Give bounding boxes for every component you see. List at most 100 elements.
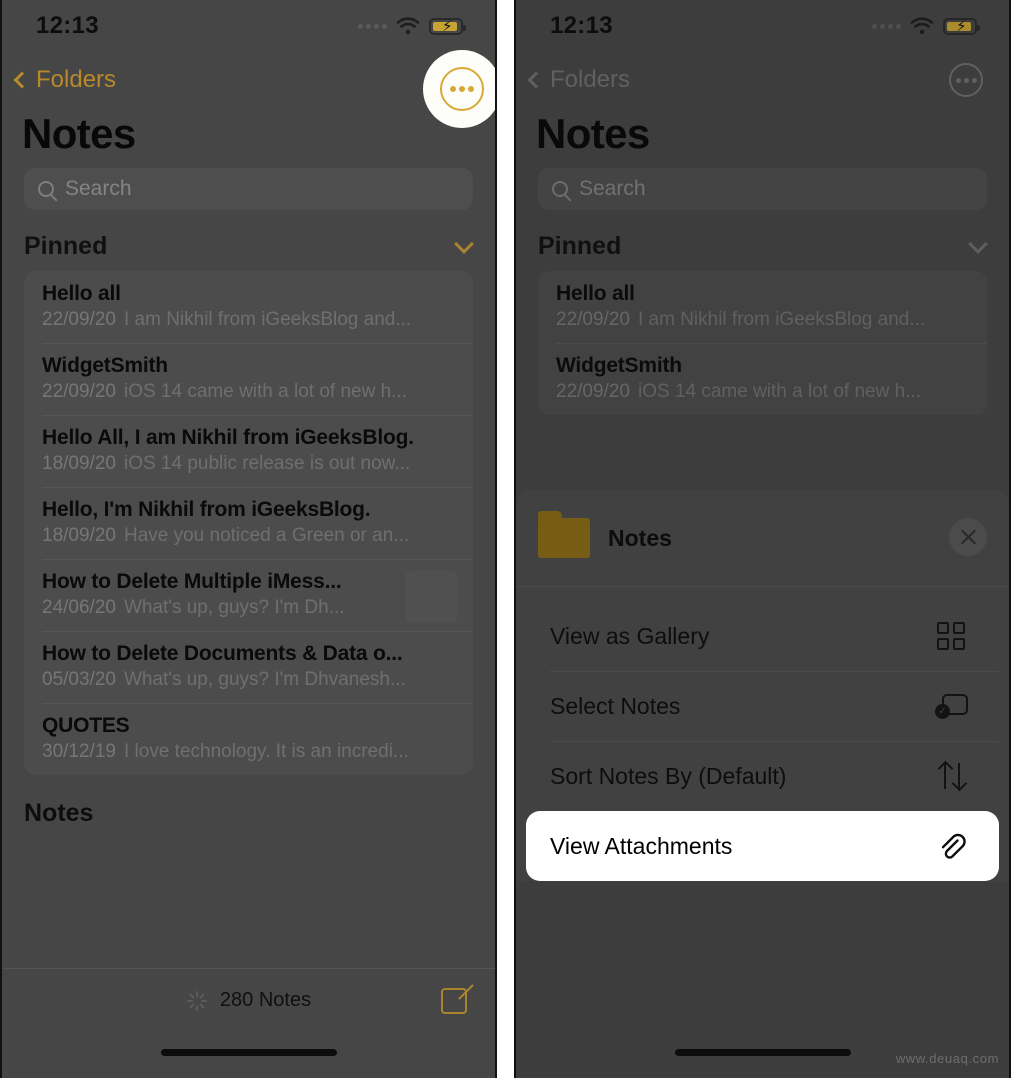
wifi-icon (396, 17, 420, 35)
note-list-item[interactable]: How to Delete Documents & Data o... 05/03… (24, 631, 473, 703)
paperclip-icon (935, 831, 969, 861)
phone-screen-right: 12:13 ⚡ Folders Notes Search Pinned Hell… (514, 0, 1011, 1078)
note-date: 24/06/20 (42, 597, 116, 618)
page-title: Notes (22, 110, 136, 157)
note-title: WidgetSmith (556, 354, 682, 377)
note-preview: iOS 14 came with a lot of new h... (637, 381, 921, 402)
battery-charging-icon: ⚡ (429, 17, 466, 35)
nav-bar: Folders (2, 52, 495, 108)
note-subtitle: 22/09/20 iOS 14 came with a lot of new h.… (556, 381, 969, 403)
action-sheet: Notes View as Gallery Select Notes ✓ Sor… (516, 490, 1009, 1078)
note-preview: iOS 14 public release is out now... (123, 453, 411, 474)
pinned-title: Pinned (24, 232, 108, 260)
chevron-left-icon (13, 71, 31, 89)
status-bar: 12:13 ⚡ (2, 0, 495, 52)
note-date: 05/03/20 (42, 669, 116, 690)
bottom-toolbar: 280 Notes (2, 968, 495, 1024)
action-sheet-items: View as Gallery Select Notes ✓ Sort Note… (516, 587, 1009, 881)
search-bar-wrap: Search (2, 168, 495, 210)
note-date: 22/09/20 (42, 381, 116, 402)
note-date: 18/09/20 (42, 453, 116, 474)
note-list-item[interactable]: Hello, I'm Nikhil from iGeeksBlog. 18/09/… (24, 487, 473, 559)
note-preview: iOS 14 came with a lot of new h... (123, 381, 407, 402)
note-preview: What's up, guys? I'm Dh... (123, 597, 345, 618)
pinned-notes-card: Hello all 22/09/20 I am Nikhil from iGeeks… (24, 271, 473, 775)
ellipsis-circle-icon[interactable] (440, 67, 484, 111)
home-indicator-right (674, 1049, 851, 1056)
notes-section-title: Notes (24, 799, 94, 827)
note-subtitle: 18/09/20 iOS 14 public release is out now… (42, 453, 455, 475)
menu-item-sort-notes-by[interactable]: Sort Notes By (Default) (526, 741, 999, 811)
back-to-folders-button[interactable]: Folders (527, 66, 630, 94)
note-title: WidgetSmith (42, 354, 168, 377)
chevron-left-icon (527, 71, 545, 89)
sync-spinner-icon (186, 990, 208, 1012)
page-title-right: Notes (536, 110, 650, 157)
ellipsis-circle-icon[interactable] (949, 63, 983, 97)
compose-icon[interactable] (441, 984, 474, 1015)
sort-arrows-icon (935, 761, 969, 791)
status-time: 12:13 (36, 12, 99, 39)
note-preview: Have you noticed a Green or an... (123, 525, 410, 546)
note-subtitle: 30/12/19 I love technology. It is an incr… (42, 741, 455, 763)
note-list-item[interactable]: WidgetSmith 22/09/20 iOS 14 came with a lo… (538, 343, 987, 415)
pinned-section-header-right[interactable]: Pinned (516, 210, 1009, 271)
note-date: 22/09/20 (556, 309, 630, 330)
menu-item-label: Select Notes (550, 692, 681, 719)
note-list-item[interactable]: Hello all 22/09/20 I am Nikhil from iGeeks… (24, 271, 473, 343)
search-input[interactable]: Search (538, 168, 987, 210)
note-date: 22/09/20 (42, 309, 116, 330)
menu-item-view-as-gallery[interactable]: View as Gallery (526, 601, 999, 671)
note-title: How to Delete Documents & Data o... (42, 642, 403, 665)
note-title: How to Delete Multiple iMess... (42, 570, 342, 593)
note-title: Hello all (42, 282, 121, 305)
menu-item-label: Sort Notes By (Default) (550, 762, 787, 789)
status-time-right: 12:13 (550, 12, 613, 39)
note-list-item[interactable]: How to Delete Multiple iMess... 24/06/20 W… (24, 559, 473, 631)
pinned-notes-card-right: Hello all 22/09/20 I am Nikhil from iGeeks… (538, 271, 987, 415)
note-list-item[interactable]: WidgetSmith 22/09/20 iOS 14 came with a lo… (24, 343, 473, 415)
note-subtitle: 18/09/20 Have you noticed a Green or an..… (42, 525, 455, 547)
search-placeholder: Search (65, 177, 132, 200)
back-label: Folders (36, 66, 117, 93)
note-title: Hello, I'm Nikhil from iGeeksBlog. (42, 498, 371, 521)
watermark: www.deuaq.com (895, 1051, 999, 1066)
search-bar-wrap-right: Search (516, 168, 1009, 210)
note-subtitle: 05/03/20 What's up, guys? I'm Dhvanesh... (42, 669, 455, 691)
note-list-item[interactable]: Hello All, I am Nikhil from iGeeksBlog. 1… (24, 415, 473, 487)
note-preview: What's up, guys? I'm Dhvanesh... (123, 669, 406, 690)
select-notes-icon: ✓ (935, 691, 969, 721)
note-title: Hello all (556, 282, 635, 305)
signal-dots-icon (358, 23, 387, 29)
note-date: 18/09/20 (42, 525, 116, 546)
wifi-icon (910, 17, 934, 35)
menu-item-select-notes[interactable]: Select Notes ✓ (526, 671, 999, 741)
back-to-folders-button[interactable]: Folders (13, 66, 117, 94)
notes-count-label: 280 Notes (219, 989, 312, 1011)
status-bar-right: 12:13 ⚡ (516, 0, 1009, 52)
search-placeholder: Search (579, 177, 646, 200)
note-preview: I am Nikhil from iGeeksBlog and... (123, 309, 412, 330)
note-subtitle: 22/09/20 iOS 14 came with a lot of new h.… (42, 381, 455, 403)
chevron-down-icon[interactable] (968, 233, 988, 254)
note-date: 22/09/20 (556, 381, 630, 402)
pinned-section-header[interactable]: Pinned (2, 210, 495, 271)
note-list-item[interactable]: Hello all 22/09/20 I am Nikhil from iGeeks… (538, 271, 987, 343)
panel-gap (497, 0, 514, 1078)
signal-dots-icon (872, 23, 901, 29)
note-thumbnail (405, 571, 457, 623)
menu-item-view-attachments[interactable]: View Attachments (526, 811, 999, 881)
phone-screen-left: 12:13 ⚡ Folders Notes Search Pinned Hell… (0, 0, 497, 1078)
notes-count-group: 280 Notes (186, 989, 311, 1012)
pinned-title: Pinned (538, 232, 622, 260)
status-indicators: ⚡ (358, 17, 466, 35)
nav-bar-right: Folders (516, 52, 1009, 108)
chevron-down-icon[interactable] (454, 233, 474, 254)
close-icon[interactable] (949, 518, 987, 556)
note-date: 30/12/19 (42, 741, 116, 762)
search-icon (38, 181, 54, 197)
note-title: Hello All, I am Nikhil from iGeeksBlog. (42, 426, 414, 449)
menu-item-label: View Attachments (550, 832, 733, 859)
search-input[interactable]: Search (24, 168, 473, 210)
note-list-item[interactable]: QUOTES 30/12/19 I love technology. It is a… (24, 703, 473, 775)
